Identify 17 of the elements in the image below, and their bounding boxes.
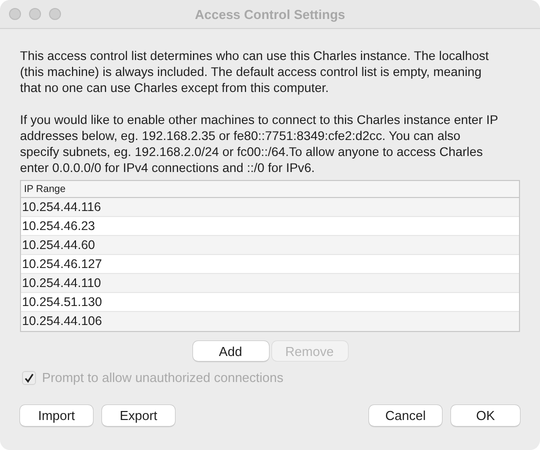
zoom-button[interactable] — [49, 8, 61, 20]
dialog-button[interactable]: OK — [451, 405, 520, 426]
description-text: This access control list determines who can use this Charles instance. The localhost (this machine) is always included. The default access control list is empty, meaning that no one can use Charles except from this computer. — [20, 48, 490, 96]
file-button[interactable]: Export — [102, 405, 175, 426]
description-text: If you would like to enable other machines to connect to this Charles instance enter IP addresses below, eg. 192.168.2.35 or fe80::7751:8349:cfe2:d2cc. You can also specify subnets, eg. 192.168.2.0/24 or fc00::/64.To allow anyone to access Charles enter 0.0.0.0/0 for IPv4 connections and ::/0 for IPv6. — [20, 112, 498, 176]
dialog-button[interactable]: Cancel — [369, 405, 442, 426]
checkbox-label: Prompt to allow unauthorized connections — [42, 370, 284, 385]
ip-range-row[interactable]: 10.254.44.60 — [21, 236, 519, 255]
ip-range-row[interactable]: 10.254.44.116 — [21, 198, 519, 217]
minimize-button[interactable] — [29, 8, 41, 20]
ip-range-row[interactable]: 10.254.44.110 — [21, 274, 519, 293]
window-title: Access Control Settings — [194, 6, 346, 22]
ip-range-row[interactable]: 10.254.44.106 — [21, 312, 519, 331]
list-action-button[interactable]: Add — [192, 341, 268, 361]
column-header[interactable]: IP Range — [21, 184, 66, 194]
close-button[interactable] — [9, 8, 21, 20]
file-button[interactable]: Import — [20, 405, 93, 426]
